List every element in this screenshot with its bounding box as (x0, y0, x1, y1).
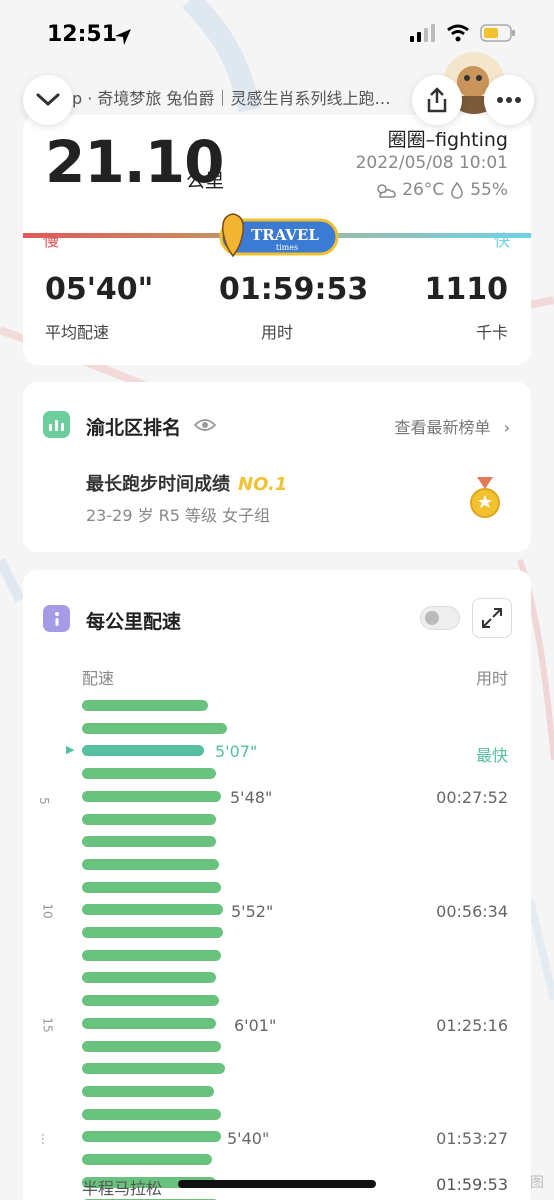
stat-calories-value: 1110 (424, 272, 509, 307)
achievement-text: 最长跑步时间成绩 (86, 474, 230, 495)
stat-duration-value: 01:59:53 (219, 272, 369, 307)
pace-bar (82, 859, 219, 870)
stat-calories-label: 千卡 (475, 323, 508, 342)
achievement-detail: 23-29 岁 R5 等级 女子组 (86, 506, 271, 525)
home-indicator[interactable] (178, 1180, 376, 1188)
rank-number: NO.1 (238, 474, 288, 495)
pace-at-20km: 5'40" (227, 1129, 270, 1148)
share-icon (427, 87, 447, 113)
pace-bar (82, 836, 216, 847)
km-mark-5: 5 (36, 797, 51, 805)
view-leaderboard-link[interactable]: 查看最新榜单 › (394, 414, 510, 438)
stat-duration: 01:59:53 用时 (219, 272, 369, 343)
expand-icon (482, 608, 502, 628)
stat-duration-label: 用时 (260, 323, 293, 342)
more-button[interactable] (484, 75, 534, 125)
status-time: 12:51 (47, 22, 118, 47)
pace-dots-icon (54, 611, 59, 626)
time-column-header: 用时 (475, 669, 508, 688)
weather-info: 26°C 55% (374, 180, 508, 200)
pace-bar (82, 1041, 221, 1052)
pace-bar (82, 1109, 221, 1120)
pace-bar (82, 1154, 212, 1165)
run-date: 2022/05/08 10:01 (355, 153, 508, 173)
km-mark-20: … (39, 1133, 53, 1145)
location-arrow-icon (115, 29, 131, 45)
pace-toggle[interactable] (420, 606, 460, 630)
pace-at-15km: 6'01" (234, 1016, 277, 1035)
ranking-title: 渝北区排名 (86, 417, 182, 439)
humidity-drop-icon (451, 181, 464, 199)
pace-bar (82, 768, 216, 779)
km-mark-15: 15 (40, 1017, 55, 1033)
share-button[interactable] (412, 75, 462, 125)
pace-bar (82, 927, 223, 938)
pace-bar (82, 995, 219, 1006)
pace-bar (82, 1063, 225, 1074)
pace-icon (43, 605, 70, 632)
pace-bar (82, 700, 208, 711)
time-at-20km: 01:53:27 (436, 1129, 508, 1148)
chevron-right-icon: › (503, 418, 510, 437)
achievement-title: 最长跑步时间成绩 NO.1 (86, 470, 287, 496)
pace-at-5km: 5'48" (230, 788, 273, 807)
wifi-icon (447, 24, 469, 42)
pace-bar-fastest (82, 745, 204, 756)
ranking-card (23, 382, 531, 552)
fastest-marker-icon: ▶ (66, 743, 75, 756)
fastest-pace-value: 5'07" (215, 742, 258, 761)
stat-avg-pace-label: 平均配速 (45, 323, 110, 342)
badge-text: TRAVEL (251, 226, 319, 244)
more-dots-icon (497, 97, 521, 103)
battery-icon (480, 24, 515, 42)
pace-bar (82, 723, 227, 734)
chevron-down-icon (36, 93, 60, 107)
gold-medal-icon (470, 477, 500, 518)
time-at-5km: 00:27:52 (436, 788, 508, 807)
pace-bar (82, 950, 221, 961)
toggle-knob (425, 611, 439, 625)
bar-chart-icon (43, 411, 70, 438)
pace-bar (82, 882, 221, 893)
pace-bar (82, 1086, 214, 1097)
pace-bar (82, 904, 223, 915)
pace-bar (82, 814, 216, 825)
partly-cloudy-icon (377, 184, 396, 198)
slow-label: 慢 (43, 231, 60, 250)
distance-unit: 公里 (186, 170, 225, 192)
half-marathon-label: 半程马拉松 (82, 1179, 163, 1198)
pace-bar (82, 1131, 221, 1142)
temperature: 26°C (402, 180, 445, 200)
fastest-label: 最快 (475, 746, 508, 765)
pace-bar (82, 972, 216, 983)
half-marathon-time: 01:59:53 (436, 1175, 508, 1194)
view-leaderboard-label: 查看最新榜单 (394, 418, 491, 437)
eye-icon[interactable] (194, 417, 216, 433)
pace-at-10km: 5'52" (231, 902, 274, 921)
user-name: 圈圈–fighting (387, 129, 508, 151)
stat-avg-pace-value: 05'40" (45, 272, 154, 307)
time-at-15km: 01:25:16 (436, 1016, 508, 1035)
travel-times-badge: TRAVEL times (219, 213, 339, 258)
pace-column-header: 配速 (82, 669, 115, 688)
fast-label: 快 (494, 231, 511, 250)
event-ticker: p · 奇境梦旅 兔伯爵｜灵感生肖系列线上跑… (72, 89, 391, 108)
pace-bar (82, 1018, 216, 1029)
stat-calories: 1110 千卡 (425, 272, 509, 343)
humidity: 55% (470, 180, 508, 200)
collapse-button[interactable] (23, 75, 73, 125)
stat-avg-pace: 05'40" 平均配速 (45, 272, 153, 343)
pace-bar (82, 791, 221, 802)
expand-button[interactable] (472, 598, 512, 638)
cellular-signal-icon (410, 24, 435, 42)
pace-title: 每公里配速 (86, 611, 182, 633)
time-at-10km: 00:56:34 (436, 902, 508, 921)
badge-subtext: times (276, 243, 298, 252)
km-mark-10: 10 (40, 903, 55, 919)
watermark: 图 (530, 1175, 544, 1191)
